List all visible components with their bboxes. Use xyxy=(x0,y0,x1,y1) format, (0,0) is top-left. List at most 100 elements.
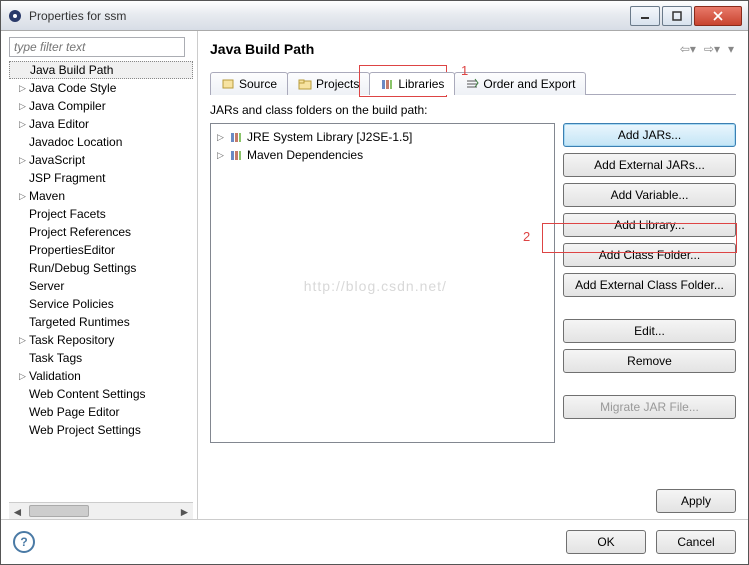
sidebar-item-label: Service Policies xyxy=(29,297,114,311)
nav-back-icon[interactable]: ⇦▾ xyxy=(678,42,698,56)
sidebar-item[interactable]: ▷Java Code Style xyxy=(9,79,193,97)
sidebar-scrollbar[interactable]: ◄ ► xyxy=(9,502,193,519)
sidebar-item-label: Java Build Path xyxy=(30,63,113,77)
sidebar-item[interactable]: ▷Task Repository xyxy=(9,331,193,349)
sidebar-item[interactable]: ▷Web Project Settings xyxy=(9,421,193,439)
library-icon xyxy=(229,149,243,161)
expand-arrow-icon[interactable]: ▷ xyxy=(19,155,29,166)
sidebar-item[interactable]: ▷Maven xyxy=(9,187,193,205)
remove-button[interactable]: Remove xyxy=(563,349,736,373)
tab-source[interactable]: Source xyxy=(210,72,288,95)
tab-description: JARs and class folders on the build path… xyxy=(210,103,736,117)
tab-projects[interactable]: Projects xyxy=(287,72,370,95)
nav-forward-icon[interactable]: ⇨▾ xyxy=(702,42,722,56)
nav-arrows: ⇦▾ ⇨▾ ▾ xyxy=(678,42,736,56)
expand-arrow-icon[interactable]: ▷ xyxy=(19,119,29,130)
library-item-label: JRE System Library [J2SE-1.5] xyxy=(247,130,412,144)
sidebar-item-label: Task Tags xyxy=(29,351,82,365)
watermark: http://blog.csdn.net/ xyxy=(304,278,447,294)
sidebar-tree: ▷Java Build Path▷Java Code Style▷Java Co… xyxy=(9,61,193,502)
sidebar-item-label: Maven xyxy=(29,189,65,203)
library-icon xyxy=(229,131,243,143)
libraries-tree[interactable]: ▷ JRE System Library [J2SE-1.5] ▷ Maven Dep… xyxy=(210,123,555,443)
sidebar-item-label: Task Repository xyxy=(29,333,114,347)
add-external-class-folder-button[interactable]: Add External Class Folder... xyxy=(563,273,736,297)
sidebar-item[interactable]: ▷Validation xyxy=(9,367,193,385)
help-icon[interactable]: ? xyxy=(13,531,35,553)
sidebar-item[interactable]: ▷Java Compiler xyxy=(9,97,193,115)
add-jars-button[interactable]: Add JARs... xyxy=(563,123,736,147)
order-icon xyxy=(465,78,479,90)
sidebar-item-label: JavaScript xyxy=(29,153,85,167)
sidebar-item-label: Java Compiler xyxy=(29,99,106,113)
add-library-button[interactable]: Add Library... xyxy=(563,213,736,237)
tab-label: Order and Export xyxy=(483,77,575,91)
sidebar-item[interactable]: ▷Project References xyxy=(9,223,193,241)
sidebar-item-label: Targeted Runtimes xyxy=(29,315,130,329)
sidebar-item-label: JSP Fragment xyxy=(29,171,105,185)
sidebar-item[interactable]: ▷JavaScript xyxy=(9,151,193,169)
sidebar-item[interactable]: ▷JSP Fragment xyxy=(9,169,193,187)
sidebar-item[interactable]: ▷Task Tags xyxy=(9,349,193,367)
library-tree-item[interactable]: ▷ JRE System Library [J2SE-1.5] xyxy=(213,128,552,146)
sidebar-item-label: Java Editor xyxy=(29,117,89,131)
library-tree-item[interactable]: ▷ Maven Dependencies xyxy=(213,146,552,164)
sidebar-item-label: Validation xyxy=(29,369,81,383)
sidebar-item[interactable]: ▷Run/Debug Settings xyxy=(9,259,193,277)
sidebar-item[interactable]: ▷Javadoc Location xyxy=(9,133,193,151)
scroll-right-icon[interactable]: ► xyxy=(176,503,193,520)
expand-arrow-icon[interactable]: ▷ xyxy=(217,132,227,143)
add-variable-button[interactable]: Add Variable... xyxy=(563,183,736,207)
tab-libraries[interactable]: Libraries xyxy=(369,72,455,95)
close-button[interactable] xyxy=(694,6,742,26)
edit-button[interactable]: Edit... xyxy=(563,319,736,343)
sidebar-item-label: PropertiesEditor xyxy=(29,243,115,257)
add-class-folder-button[interactable]: Add Class Folder... xyxy=(563,243,736,267)
cancel-button[interactable]: Cancel xyxy=(656,530,736,554)
expand-arrow-icon[interactable]: ▷ xyxy=(19,371,29,382)
sidebar-item[interactable]: ▷Targeted Runtimes xyxy=(9,313,193,331)
sidebar-item[interactable]: ▷Web Content Settings xyxy=(9,385,193,403)
tab-label: Source xyxy=(239,77,277,91)
expand-arrow-icon[interactable]: ▷ xyxy=(217,150,227,161)
sidebar-item[interactable]: ▷Web Page Editor xyxy=(9,403,193,421)
filter-input[interactable] xyxy=(9,37,185,57)
tab-label: Libraries xyxy=(398,77,444,91)
expand-arrow-icon[interactable]: ▷ xyxy=(19,191,29,202)
sidebar-item-label: Web Content Settings xyxy=(29,387,146,401)
footer: ? OK Cancel xyxy=(1,519,748,563)
view-menu-icon[interactable]: ▾ xyxy=(726,42,736,56)
minimize-button[interactable] xyxy=(630,6,660,26)
app-icon xyxy=(7,8,23,24)
maximize-button[interactable] xyxy=(662,6,692,26)
apply-button[interactable]: Apply xyxy=(656,489,736,513)
sidebar-item[interactable]: ▷Service Policies xyxy=(9,295,193,313)
sidebar-item[interactable]: ▷Project Facets xyxy=(9,205,193,223)
add-external-jars-button[interactable]: Add External JARs... xyxy=(563,153,736,177)
sidebar-item-label: Web Project Settings xyxy=(29,423,141,437)
library-item-label: Maven Dependencies xyxy=(247,148,363,162)
ok-button[interactable]: OK xyxy=(566,530,646,554)
button-column: Add JARs... Add External JARs... Add Varia… xyxy=(563,123,736,443)
expand-arrow-icon[interactable]: ▷ xyxy=(19,101,29,112)
sidebar-item-label: Javadoc Location xyxy=(29,135,122,149)
sidebar-item[interactable]: ▷Java Build Path xyxy=(9,61,193,79)
sidebar-item-label: Project Facets xyxy=(29,207,106,221)
sidebar-item[interactable]: ▷PropertiesEditor xyxy=(9,241,193,259)
expand-arrow-icon[interactable]: ▷ xyxy=(19,335,29,346)
main-panel: Java Build Path ⇦▾ ⇨▾ ▾ Source Projects Li… xyxy=(198,31,748,519)
library-icon xyxy=(380,78,394,90)
tab-order-and-export[interactable]: Order and Export xyxy=(454,72,586,95)
page-title: Java Build Path xyxy=(210,41,678,57)
tab-label: Projects xyxy=(316,77,359,91)
sidebar-item[interactable]: ▷Server xyxy=(9,277,193,295)
sidebar-item-label: Java Code Style xyxy=(29,81,116,95)
scroll-thumb[interactable] xyxy=(29,505,89,517)
sidebar: ▷Java Build Path▷Java Code Style▷Java Co… xyxy=(1,31,198,519)
expand-arrow-icon[interactable]: ▷ xyxy=(19,83,29,94)
sidebar-item[interactable]: ▷Java Editor xyxy=(9,115,193,133)
scroll-left-icon[interactable]: ◄ xyxy=(9,503,26,520)
migrate-jar-file-button[interactable]: Migrate JAR File... xyxy=(563,395,736,419)
sidebar-item-label: Server xyxy=(29,279,64,293)
tabs: Source Projects Libraries Order and Export xyxy=(210,71,736,95)
